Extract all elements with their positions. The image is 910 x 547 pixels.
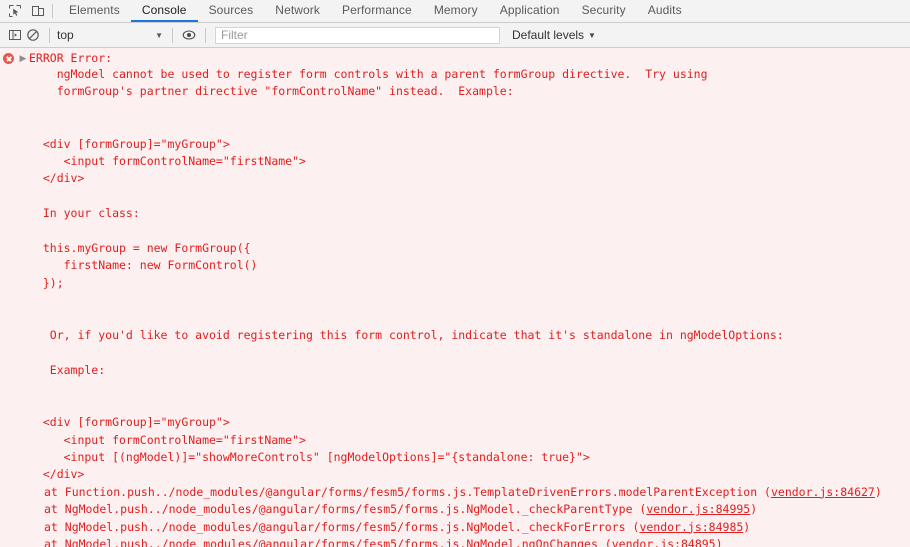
tab-performance[interactable]: Performance [331,0,423,22]
tab-console[interactable]: Console [130,0,198,22]
tab-network[interactable]: Network [264,0,331,22]
tab-memory-label: Memory [433,3,478,17]
stack-frame-suffix: ) [715,536,723,547]
stack-frame: at Function.push../node_modules/@angular… [0,484,910,501]
tab-console-label: Console [141,3,187,17]
tab-application-label: Application [499,3,560,17]
tab-elements-label: Elements [69,3,120,17]
console-error-stack: at Function.push../node_modules/@angular… [0,484,910,547]
tab-sources-label: Sources [208,3,254,17]
execution-context-selector[interactable]: top ▼ [57,28,165,42]
tab-audits-label: Audits [647,3,682,17]
panel-tabs: Elements Console Sources Network Perform… [58,0,693,22]
stack-frame-text: at Function.push../node_modules/@angular… [44,484,771,499]
stack-frame: at NgModel.push../node_modules/@angular/… [0,501,910,518]
filterbar-divider-2 [172,27,173,43]
tab-application[interactable]: Application [489,0,571,22]
filterbar-divider-3 [205,27,206,43]
error-circle-icon [3,53,14,64]
clear-console-icon[interactable] [24,26,42,44]
tab-memory[interactable]: Memory [423,0,489,22]
tabbar-icon-group [0,0,50,22]
devtools-tabbar: Elements Console Sources Network Perform… [0,0,910,23]
tab-performance-label: Performance [342,3,412,17]
device-toolbar-icon[interactable] [29,3,46,20]
stack-frame-link[interactable]: vendor.js:84627 [771,485,875,499]
stack-frame-text: at NgModel.push../node_modules/@angular/… [44,519,640,534]
stack-frame-suffix: ) [874,484,882,499]
tab-security-label: Security [581,3,626,17]
tab-elements[interactable]: Elements [58,0,131,22]
stack-frame: at NgModel.push../node_modules/@angular/… [0,536,910,547]
chevron-down-icon: ▼ [588,30,596,40]
inspect-cursor-icon[interactable] [6,3,23,20]
console-error-message: ngModel cannot be used to register form … [42,67,784,482]
stack-frame: at NgModel.push../node_modules/@angular/… [0,519,910,536]
console-sidebar-icon[interactable] [6,26,24,44]
stack-frame-text: at NgModel.push../node_modules/@angular/… [44,502,647,517]
stack-frame-text: at NgModel.push../node_modules/@angular/… [44,536,612,547]
execution-context-value: top [57,28,74,42]
console-error-title: ERROR Error: [29,51,113,65]
tab-audits[interactable]: Audits [637,0,693,22]
stack-frame-link[interactable]: vendor.js:84895 [612,537,716,547]
filterbar-divider-1 [49,27,50,43]
console-filterbar: top ▼ Default levels ▼ [0,23,910,48]
tab-sources[interactable]: Sources [198,0,265,22]
devtools-window: Elements Console Sources Network Perform… [0,0,910,547]
create-live-expression-icon[interactable] [180,26,198,44]
log-levels-dropdown[interactable]: Default levels ▼ [512,28,596,42]
log-levels-label: Default levels [512,28,585,42]
disclosure-triangle-right-icon[interactable]: ▶ [17,51,29,66]
stack-frame-link[interactable]: vendor.js:84995 [646,502,750,516]
console-error-entry[interactable]: ▶ ERROR Error: ngModel cannot be used to… [0,48,910,547]
stack-frame-link[interactable]: vendor.js:84985 [639,520,743,534]
stack-frame-suffix: ) [750,502,758,517]
tab-network-label: Network [275,3,321,17]
stack-frame-suffix: ) [743,519,751,534]
tab-security[interactable]: Security [571,0,637,22]
filter-input[interactable] [215,26,500,44]
console-message-list[interactable]: ▶ ERROR Error: ngModel cannot be used to… [0,48,910,547]
tabbar-divider [52,4,53,18]
console-error-header: ▶ ERROR Error: [0,51,910,66]
chevron-down-icon: ▼ [155,30,163,40]
